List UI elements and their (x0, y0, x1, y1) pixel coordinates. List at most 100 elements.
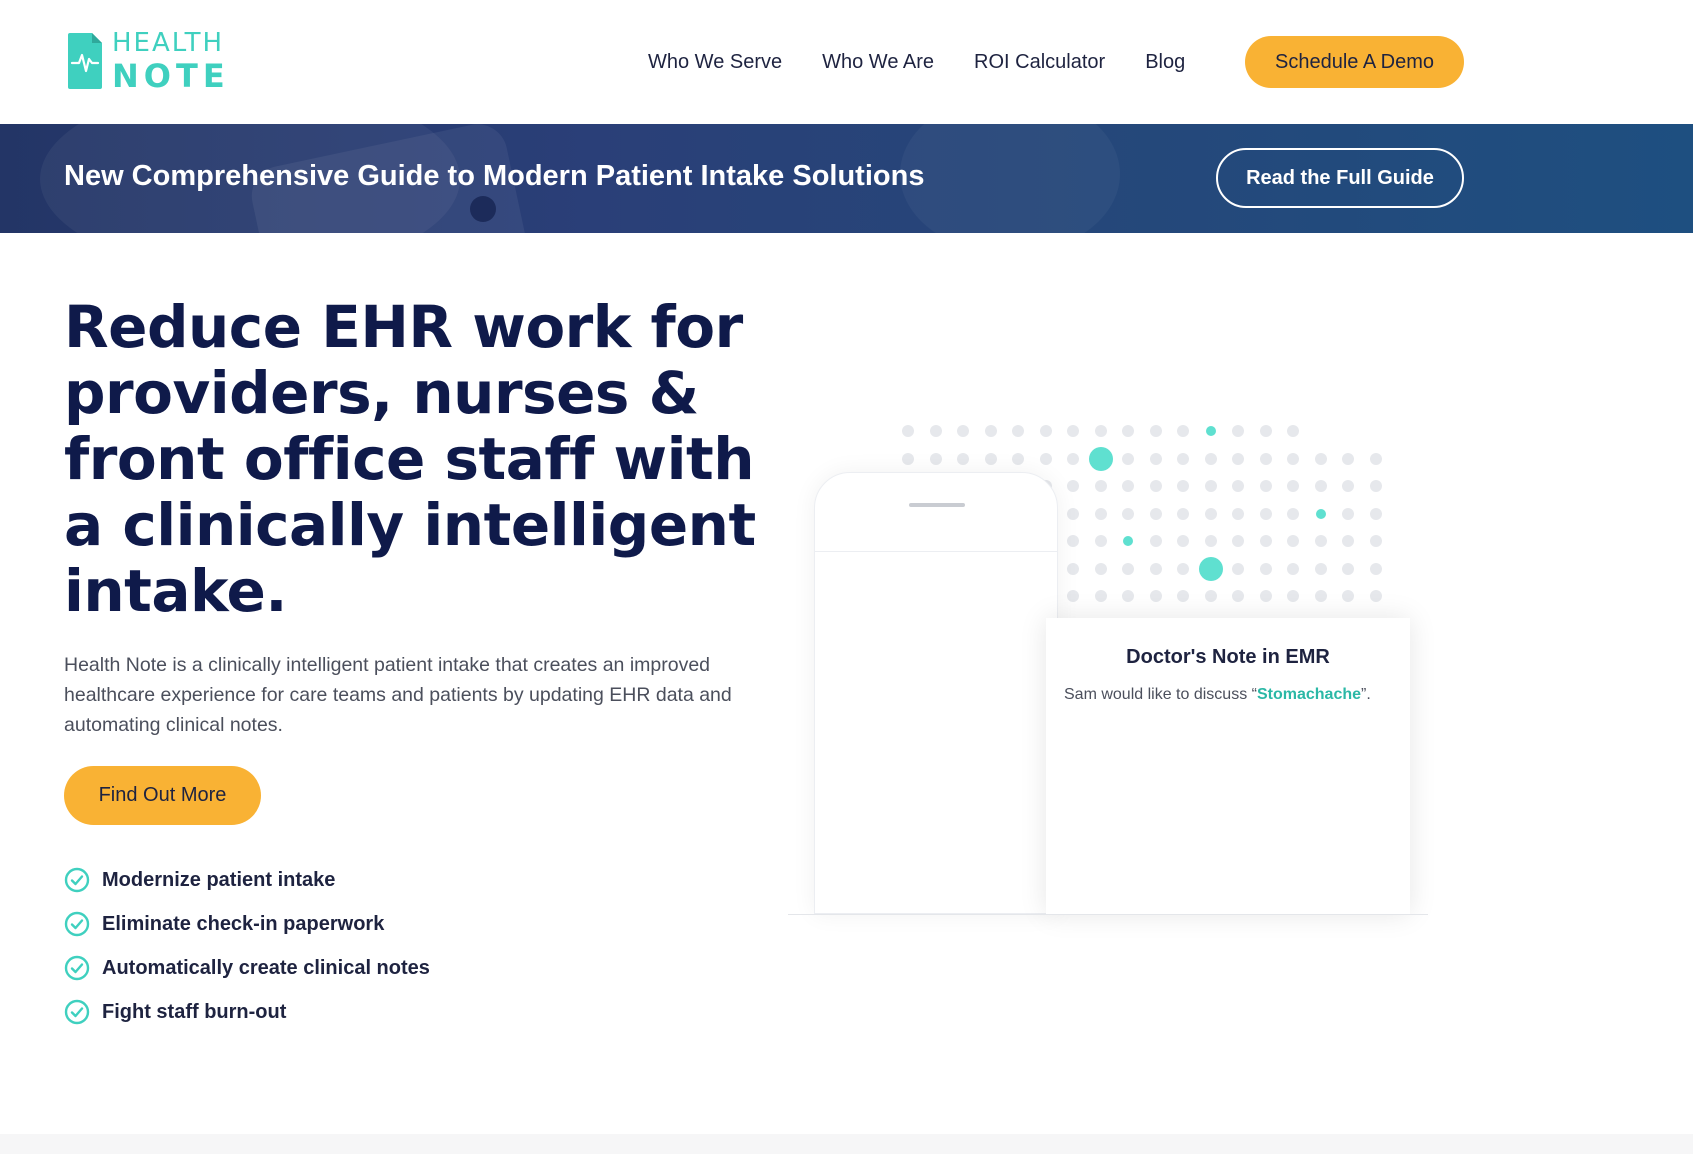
product-illustration: Doctor's Note in EMR Sam would like to d… (780, 420, 1460, 920)
grid-dot (1149, 480, 1162, 492)
hero-description: Health Note is a clinically intelligent … (64, 654, 732, 736)
grid-dot (1259, 562, 1272, 575)
logo-text-health: HEALTH (112, 28, 225, 58)
grid-dot (1287, 480, 1299, 492)
grid-dot (1369, 507, 1382, 520)
grid-dot (1342, 507, 1354, 520)
nav-roi-calculator[interactable]: ROI Calculator (974, 51, 1105, 74)
grid-dot (929, 452, 942, 465)
check-circle-icon (64, 999, 90, 1025)
nav-blog[interactable]: Blog (1145, 51, 1185, 74)
grid-dot (1149, 562, 1162, 575)
grid-dot (1259, 452, 1272, 465)
grid-dot (1067, 507, 1079, 520)
banner-title: New Comprehensive Guide to Modern Patien… (64, 160, 925, 192)
grid-dot (1067, 425, 1079, 437)
grid-dot (1314, 535, 1327, 547)
illustration-baseline (788, 914, 1428, 915)
grid-dot (1177, 535, 1189, 547)
grid-dot (1287, 562, 1299, 575)
feature-item: Fight staff burn-out (64, 990, 430, 1034)
grid-dot (1342, 480, 1354, 492)
grid-dot (1149, 535, 1162, 547)
grid-dot (1012, 452, 1024, 465)
grid-dot (1067, 452, 1079, 465)
grid-dot (1177, 452, 1189, 465)
grid-dot (1232, 480, 1244, 492)
grid-dot (1314, 452, 1327, 465)
read-full-guide-button[interactable]: Read the Full Guide (1216, 148, 1464, 208)
grid-dot (1259, 507, 1272, 520)
feature-label: Modernize patient intake (102, 868, 336, 891)
feature-label: Automatically create clinical notes (102, 956, 430, 979)
grid-dot (1067, 535, 1079, 547)
grid-dot (1094, 535, 1107, 547)
grid-dot (1177, 590, 1189, 602)
grid-dot (1259, 590, 1272, 602)
grid-dot (1259, 480, 1272, 492)
grid-dot (1369, 562, 1382, 575)
feature-label: Fight staff burn-out (102, 1000, 287, 1023)
grid-dot (984, 425, 997, 437)
grid-dot (1094, 507, 1107, 520)
next-section-edge (0, 1134, 1693, 1154)
grid-dot (1067, 590, 1079, 602)
doctors-note-card: Doctor's Note in EMR Sam would like to d… (1046, 618, 1410, 914)
logo-mark-icon (68, 33, 102, 89)
grid-dot (1287, 425, 1299, 437)
grid-dot (1259, 425, 1272, 437)
grid-dot (1122, 507, 1134, 520)
note-suffix: ”. (1361, 686, 1371, 703)
find-out-more-button[interactable]: Find Out More (64, 766, 261, 825)
grid-dot (1204, 590, 1217, 602)
grid-dot (1287, 590, 1299, 602)
grid-dot (1369, 480, 1382, 492)
grid-dot (1232, 425, 1244, 437)
main-nav: Who We Serve Who We Are ROI Calculator B… (608, 36, 1185, 88)
phone-divider (815, 551, 1057, 552)
feature-list: Modernize patient intake Eliminate check… (64, 858, 430, 1034)
grid-dot (1287, 507, 1299, 520)
grid-dot (1342, 590, 1354, 602)
grid-dot (1314, 562, 1327, 575)
logo-text-note: NOTE (112, 57, 230, 95)
grid-dot (1369, 590, 1382, 602)
grid-dot (1039, 452, 1052, 465)
grid-dot (1314, 480, 1327, 492)
grid-dot (1094, 425, 1107, 437)
grid-dot (1369, 535, 1382, 547)
grid-dot (1039, 425, 1052, 437)
note-highlight: Stomachache (1256, 686, 1362, 703)
grid-dot (1177, 507, 1189, 520)
grid-dot (902, 452, 914, 465)
grid-dot (1342, 535, 1354, 547)
check-circle-icon (64, 911, 90, 937)
grid-dot (1149, 452, 1162, 465)
schedule-demo-button[interactable]: Schedule A Demo (1245, 36, 1464, 88)
grid-dot (1177, 480, 1189, 492)
grid-dot (1177, 425, 1189, 437)
grid-dot (1122, 562, 1134, 575)
feature-label: Eliminate check-in paperwork (102, 912, 385, 935)
grid-dot (1232, 507, 1244, 520)
grid-dot (1232, 562, 1244, 575)
phone-mockup (814, 472, 1058, 914)
grid-dot (957, 452, 969, 465)
grid-dot (1259, 535, 1272, 547)
grid-dot (1342, 452, 1354, 465)
grid-dot (984, 452, 997, 465)
note-title: Doctor's Note in EMR (1126, 646, 1330, 668)
grid-dot (1088, 446, 1113, 471)
grid-dot (902, 425, 914, 437)
grid-dot (1149, 507, 1162, 520)
health-note-logo[interactable]: HEALTH NOTE (64, 30, 230, 92)
grid-dot (1149, 590, 1162, 602)
grid-dot (1369, 452, 1382, 465)
nav-who-we-are[interactable]: Who We Are (822, 51, 934, 74)
grid-dot (1149, 425, 1162, 437)
grid-dot (1094, 480, 1107, 492)
check-circle-icon (64, 955, 90, 981)
grid-dot (1012, 425, 1024, 437)
feature-item: Eliminate check-in paperwork (64, 902, 430, 946)
nav-who-we-serve[interactable]: Who We Serve (648, 51, 782, 74)
